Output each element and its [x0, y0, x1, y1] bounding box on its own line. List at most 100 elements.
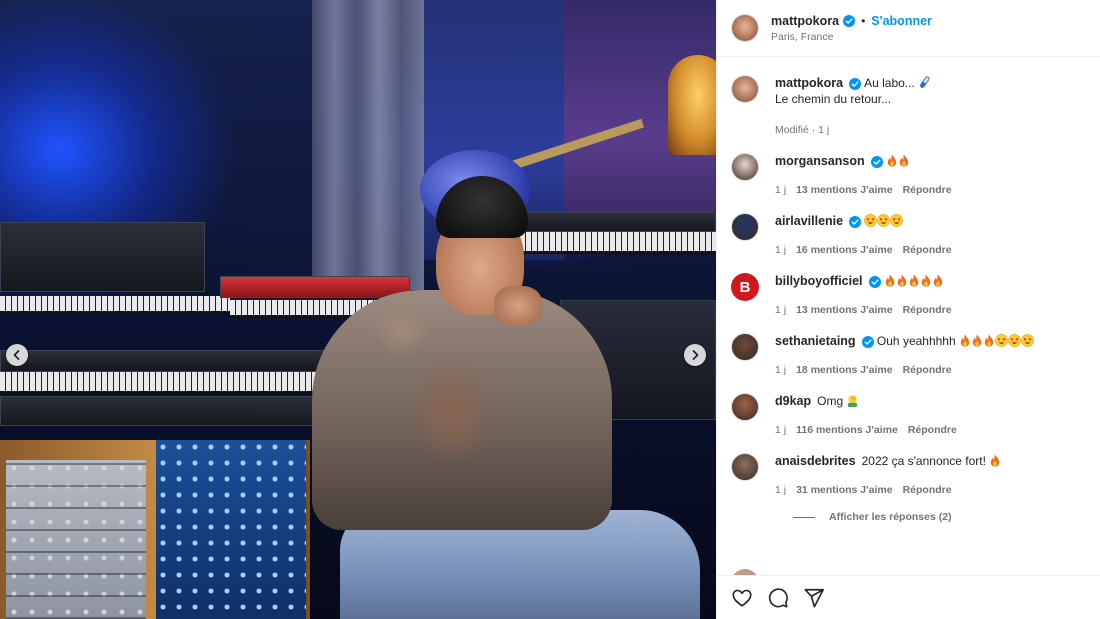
- caption-edited: Modifié · 1 j: [775, 124, 830, 136]
- person-hand: [494, 286, 542, 326]
- reply-button[interactable]: Répondre: [903, 184, 952, 196]
- fire-icon: [960, 334, 969, 347]
- comment-avatar[interactable]: B: [731, 273, 759, 301]
- comment-likes[interactable]: 116 mentions J'aime: [796, 424, 898, 436]
- star-struck-icon: [1007, 334, 1021, 347]
- comment-time[interactable]: 1 j: [775, 304, 786, 316]
- test-tube-icon: [920, 76, 930, 88]
- comment-time[interactable]: 1 j: [775, 364, 786, 376]
- follow-button[interactable]: S'abonner: [871, 14, 932, 28]
- carousel-next-button[interactable]: [684, 344, 706, 366]
- comment-text: airlavillenie: [775, 213, 1086, 229]
- comment-item: Bbillyboyofficiel 1 j 13 mentions J'aime R…: [731, 273, 1086, 316]
- post-location[interactable]: Paris, France: [771, 31, 932, 43]
- author-avatar[interactable]: [731, 14, 759, 42]
- synth-keys-lower: [0, 372, 330, 394]
- comment-text: billyboyofficiel: [775, 273, 1086, 289]
- comment-username[interactable]: d9kap: [775, 394, 811, 408]
- view-replies-label: Afficher les réponses (2): [829, 511, 952, 523]
- post-header: mattpokora • S'abonner Paris, France: [717, 0, 1100, 57]
- synth-module: [0, 222, 205, 292]
- comment-username[interactable]: morgansanson: [775, 154, 865, 168]
- comment-time[interactable]: 1 j: [775, 244, 786, 256]
- wicker-lamp: [668, 55, 716, 155]
- comment-likes[interactable]: 31 mentions J'aime: [796, 484, 892, 496]
- reply-button[interactable]: Répondre: [903, 244, 952, 256]
- red-synth: [220, 276, 410, 298]
- comment-text: sethanietaing Ouh yeahhhhh: [775, 333, 1086, 349]
- post-modal: mattpokora • S'abonner Paris, France mat…: [0, 0, 1100, 619]
- comment-avatar[interactable]: [731, 393, 759, 421]
- fire-icon: [972, 334, 981, 347]
- comment-likes[interactable]: 13 mentions J'aime: [796, 184, 892, 196]
- fire-icon: [984, 334, 993, 347]
- comment-avatar[interactable]: [731, 333, 759, 361]
- comment-emoji: [864, 214, 904, 228]
- comment-body-text: 2022 ça s'annonce fort!: [861, 454, 986, 468]
- fire-icon: [899, 154, 909, 167]
- comment-item: anaisdebrites 2022 ça s'annonce fort! 1 j 3…: [731, 453, 1086, 496]
- carousel-prev-button[interactable]: [6, 344, 28, 366]
- comment-username[interactable]: anaisdebrites: [775, 454, 856, 468]
- share-icon[interactable]: [803, 587, 825, 609]
- comment-item: sethanietaing Ouh yeahhhhh 1 j 18 mentions…: [731, 333, 1086, 376]
- view-replies-button[interactable]: Afficher les réponses (2): [793, 511, 1086, 523]
- studio-curtain: [312, 0, 424, 290]
- comment-time[interactable]: 1 j: [775, 484, 786, 496]
- comment-username[interactable]: billyboyofficiel: [775, 274, 863, 288]
- verified-icon: [849, 77, 862, 90]
- synth-lower: [0, 350, 330, 372]
- caption-meta: Modifié · 1 j: [775, 124, 1086, 136]
- comment-username[interactable]: sethanietaing: [775, 334, 856, 348]
- post-photo[interactable]: [0, 0, 716, 619]
- comment-avatar[interactable]: [731, 213, 759, 241]
- fire-icon: [921, 274, 931, 287]
- chevron-right-icon: [692, 350, 699, 360]
- comment-likes[interactable]: 13 mentions J'aime: [796, 304, 892, 316]
- author-username[interactable]: mattpokora: [771, 14, 839, 28]
- comment-icon[interactable]: [767, 587, 789, 609]
- comment-meta: 1 j 31 mentions J'aime Répondre: [775, 484, 1086, 496]
- comment-text: morgansanson: [775, 153, 1086, 169]
- comment-avatar[interactable]: [731, 453, 759, 481]
- comment-meta: 1 j 13 mentions J'aime Répondre: [775, 184, 1086, 196]
- caption-line-1: Au labo...: [864, 76, 915, 90]
- chevron-left-icon: [13, 350, 20, 360]
- comment-avatar[interactable]: [731, 153, 759, 181]
- comment-container: morgansanson 1 j 13 mentions J'aime Répond…: [731, 153, 1086, 496]
- comment-time[interactable]: 1 j: [775, 424, 786, 436]
- comments-list[interactable]: mattpokora Au labo... Le chemin du retou…: [717, 57, 1100, 575]
- reply-button[interactable]: Répondre: [903, 304, 952, 316]
- replies-line: [793, 516, 815, 518]
- comment-text: d9kap Omg: [775, 393, 1086, 409]
- comment-body-text: Ouh yeahhhhh: [876, 334, 956, 348]
- separator-dot: •: [861, 13, 866, 28]
- fire-icon: [897, 274, 907, 287]
- modular-rack: [6, 460, 146, 619]
- next-comment-cutoff: [731, 569, 759, 575]
- modular-rack-blue: [156, 440, 306, 619]
- reply-button[interactable]: Répondre: [908, 424, 957, 436]
- reply-button[interactable]: Répondre: [903, 364, 952, 376]
- verified-icon: [843, 14, 856, 27]
- reply-button[interactable]: Répondre: [903, 484, 952, 496]
- comment-time[interactable]: 1 j: [775, 184, 786, 196]
- synth-keys: [0, 296, 230, 314]
- post-actions: [717, 575, 1100, 619]
- caption-username[interactable]: mattpokora: [775, 76, 843, 90]
- heart-icon[interactable]: [731, 587, 753, 609]
- star-struck-icon: [994, 334, 1008, 347]
- fire-icon: [885, 274, 895, 287]
- caption-line-2: Le chemin du retour...: [775, 92, 892, 106]
- comment-likes[interactable]: 18 mentions J'aime: [796, 364, 892, 376]
- caption-text: mattpokora Au labo... Le chemin du retou…: [775, 75, 1086, 107]
- comment-meta: 1 j 16 mentions J'aime Répondre: [775, 244, 1086, 256]
- comment-username[interactable]: airlavillenie: [775, 214, 843, 228]
- comment-likes[interactable]: 16 mentions J'aime: [796, 244, 892, 256]
- caption-avatar[interactable]: [731, 75, 759, 103]
- synth-right: [520, 212, 716, 232]
- post-side-panel: mattpokora • S'abonner Paris, France mat…: [716, 0, 1100, 619]
- comment-meta: 1 j 13 mentions J'aime Répondre: [775, 304, 1086, 316]
- comment-item: d9kap Omg 1 j 116 mentions J'aime Répondre: [731, 393, 1086, 436]
- facepalm-icon: [848, 395, 858, 407]
